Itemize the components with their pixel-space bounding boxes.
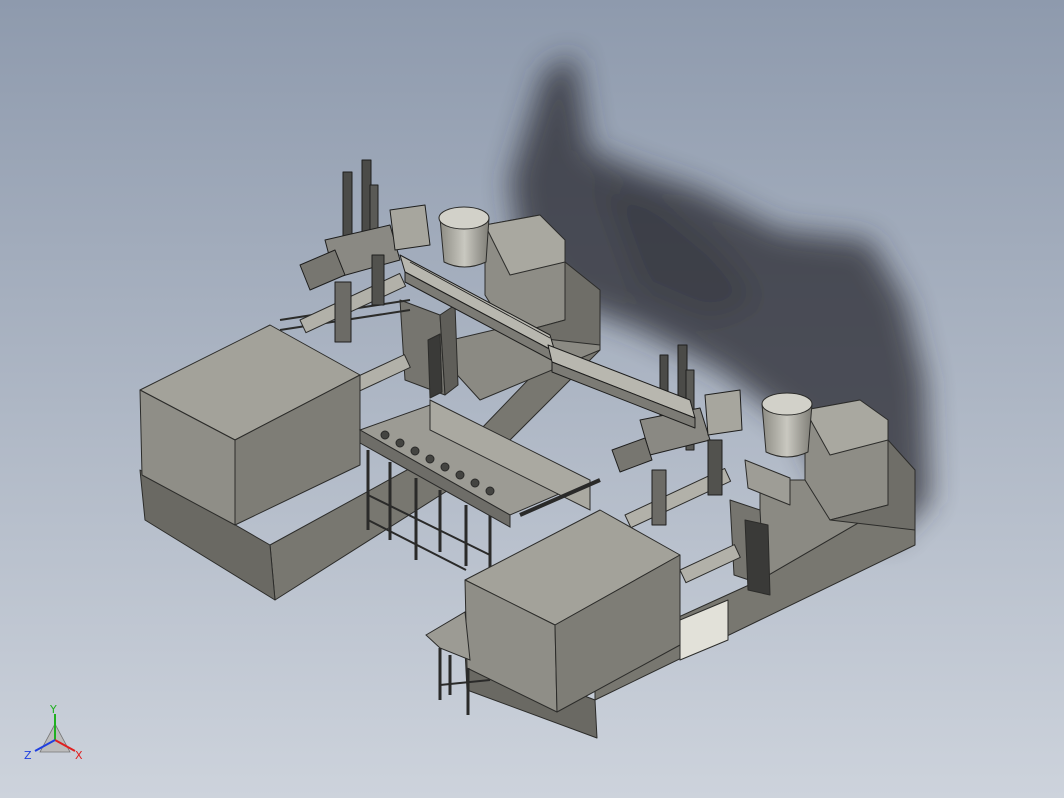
model-scene[interactable] <box>0 0 1064 798</box>
orientation-triad[interactable]: Y X Z <box>20 702 90 772</box>
cad-viewport[interactable]: Y X Z <box>0 0 1064 798</box>
z-axis-label: Z <box>24 749 32 762</box>
y-axis-label: Y <box>49 703 57 716</box>
x-axis-label: X <box>75 749 83 762</box>
